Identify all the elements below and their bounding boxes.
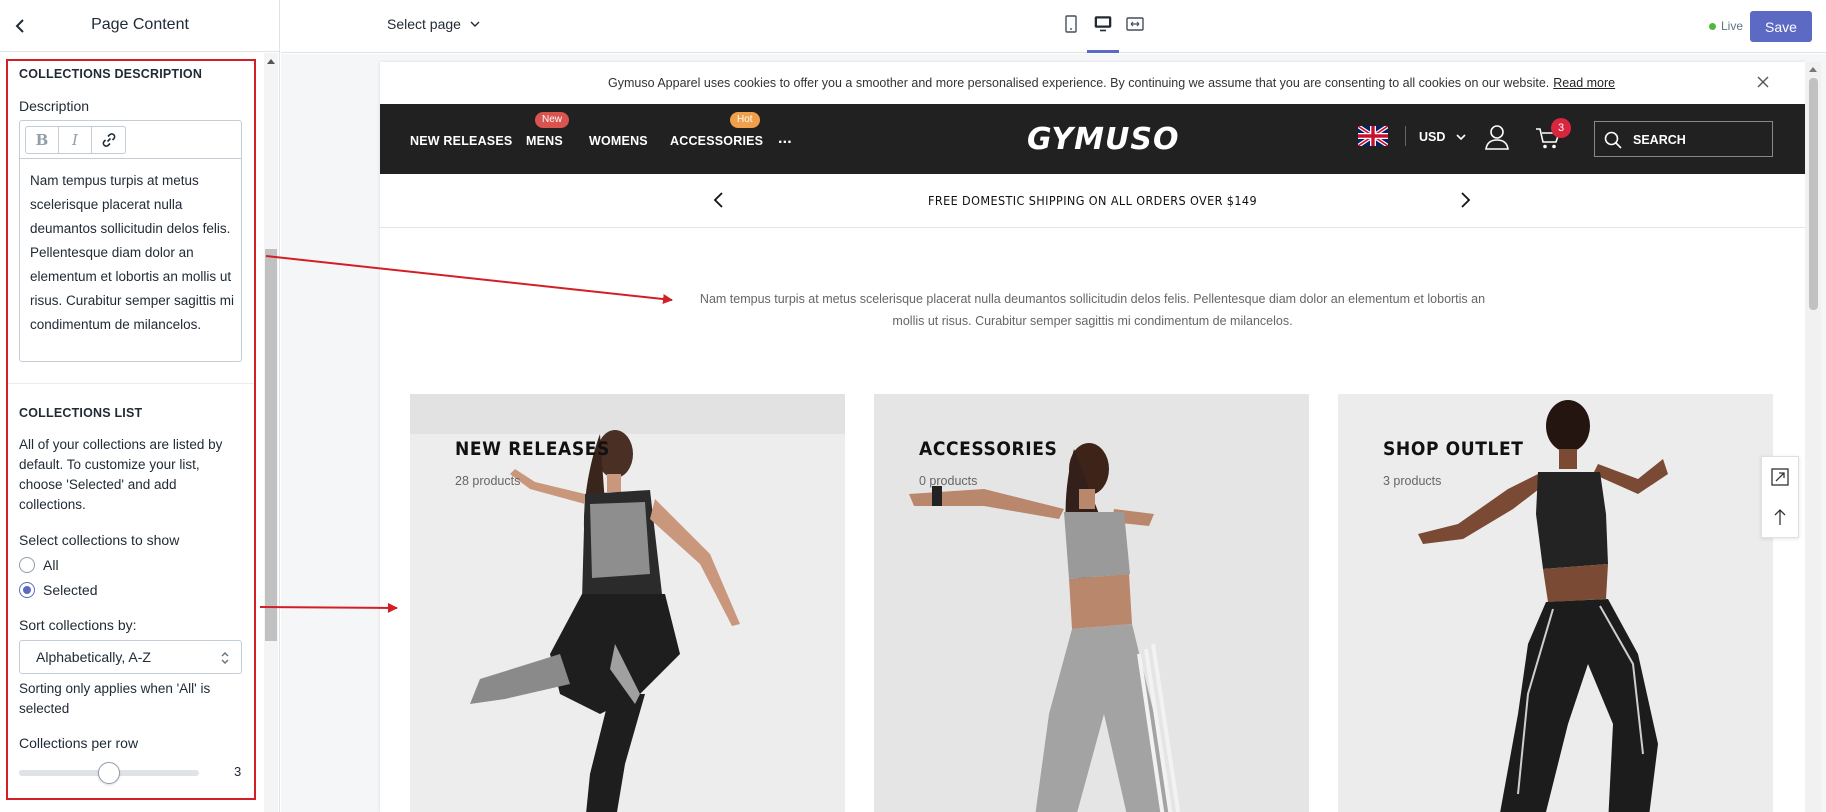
theme-editor-sidebar: Page Content COLLECTIONS DESCRIPTION Des… [0,0,280,812]
expand-icon [1771,468,1789,486]
preview-scroll-thumb[interactable] [1809,78,1818,310]
device-switcher [1059,12,1147,53]
collection-card-shop-outlet[interactable]: SHOP OUTLET 3 products [1338,394,1773,812]
cookie-read-more-link[interactable]: Read more [1553,76,1615,90]
live-label: Live [1721,19,1744,33]
live-status: Live [1709,19,1743,33]
editor-topbar: Select page Live Save [281,0,1826,53]
nav-more[interactable]: ... [778,130,792,148]
currency-label: USD [1419,130,1446,144]
nav-new-releases[interactable]: NEW RELEASES [410,134,512,148]
mobile-view-button[interactable] [1059,12,1083,40]
live-dot-icon [1709,22,1716,30]
fullwidth-icon [1126,17,1144,31]
scroll-up-arrow-icon[interactable] [267,59,275,64]
close-icon[interactable] [1755,74,1771,90]
save-button[interactable]: Save [1750,11,1812,42]
collection-card-accessories[interactable]: ACCESSORIES 0 products [874,394,1309,812]
fullwidth-view-button[interactable] [1123,12,1147,40]
sidebar-header: Page Content [0,0,280,52]
cookie-banner: Gymuso Apparel uses cookies to offer you… [380,62,1805,104]
desktop-view-button[interactable] [1087,12,1119,53]
compare-button[interactable] [1762,457,1798,497]
storefront-preview: Gymuso Apparel uses cookies to offer you… [380,62,1805,812]
chevron-right-icon[interactable] [1455,190,1475,210]
arrow-up-icon [1774,509,1786,525]
preview-scrollbar[interactable] [1805,62,1821,812]
sidebar-title: Page Content [91,16,189,33]
collection-count: 3 products [1383,474,1442,488]
chevron-down-icon [470,21,480,27]
collection-title: ACCESSORIES [919,438,1058,460]
collection-title: SHOP OUTLET [1383,438,1524,460]
search-placeholder: SEARCH [1633,133,1686,147]
account-icon[interactable] [1484,124,1510,150]
collection-card-new-releases[interactable]: NEW RELEASES 28 products [410,394,845,812]
nav-womens[interactable]: WOMENS [589,134,648,148]
desktop-icon [1094,16,1112,32]
collection-title: NEW RELEASES [455,438,610,460]
mobile-icon [1065,15,1077,33]
back-to-top-button[interactable] [1762,497,1798,537]
cookie-text: Gymuso Apparel uses cookies to offer you… [608,76,1615,90]
uk-flag-icon[interactable] [1358,126,1388,146]
collection-count: 28 products [455,474,521,488]
badge-hot: Hot [730,112,760,128]
store-logo[interactable]: GYMUSO [1027,122,1179,157]
collections-description: Nam tempus turpis at metus scelerisque p… [699,292,1486,328]
announcement-text: FREE DOMESTIC SHIPPING ON ALL ORDERS OVE… [927,193,1257,208]
cookie-message: Gymuso Apparel uses cookies to offer you… [608,76,1550,90]
collection-count: 0 products [919,474,978,488]
sidebar-scrollbar[interactable] [264,53,278,812]
nav-mens[interactable]: MENS [526,134,563,148]
cart-count-badge: 3 [1551,118,1571,138]
floating-tools [1761,456,1799,538]
nav-accessories[interactable]: ACCESSORIES [670,134,763,148]
sidebar-scroll-thumb[interactable] [265,249,277,641]
store-navbar: NEW RELEASES MENS New WOMENS ACCESSORIES… [380,104,1805,174]
badge-new: New [535,112,570,128]
search-icon [1604,131,1622,149]
nav-separator [1405,126,1406,146]
select-page-dropdown[interactable]: Select page [387,16,481,32]
store-search-input[interactable]: SEARCH [1594,121,1773,157]
chevron-down-icon [1456,134,1466,141]
announcement-bar: FREE DOMESTIC SHIPPING ON ALL ORDERS OVE… [380,174,1805,228]
select-page-label: Select page [387,16,461,32]
highlight-box [6,59,256,800]
scroll-up-arrow-icon[interactable] [1809,67,1817,72]
currency-selector[interactable]: USD [1419,130,1467,144]
